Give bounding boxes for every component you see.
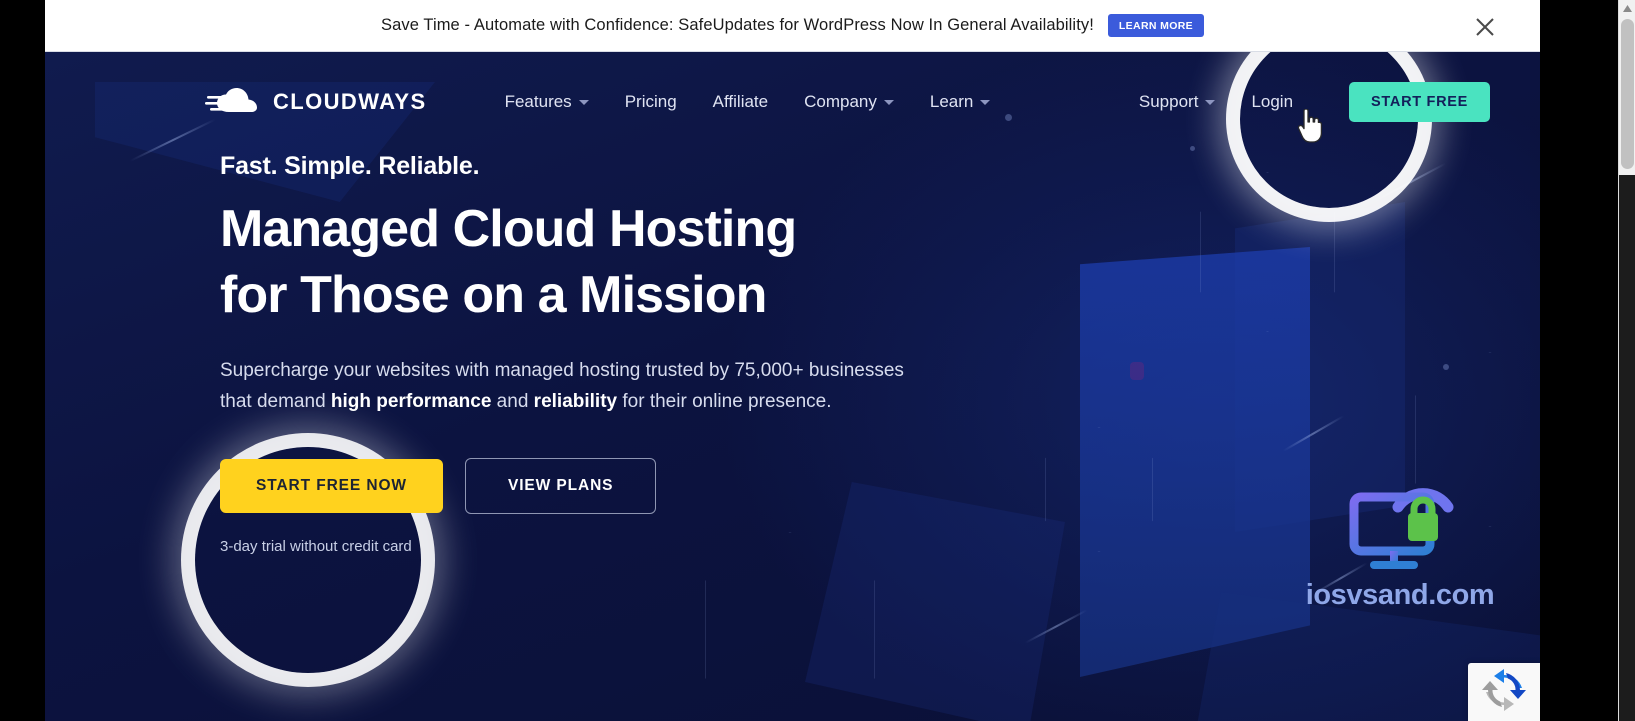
scrollbar-thumb[interactable] <box>1621 19 1634 169</box>
bg-streak <box>1314 562 1368 594</box>
recaptcha-badge[interactable] <box>1468 663 1540 721</box>
logo-text: CLOUDWAYS <box>273 89 427 114</box>
hero-subcopy: Supercharge your websites with managed h… <box>220 356 920 418</box>
view-plans-button[interactable]: VIEW PLANS <box>464 457 657 514</box>
chevron-down-icon <box>1205 99 1216 105</box>
bg-streak <box>1024 609 1088 644</box>
announcement-bar: Save Time - Automate with Confidence: Sa… <box>45 0 1540 52</box>
nav-label: Learn <box>929 92 974 111</box>
nav-links: Features Pricing Affiliate Company Learn <box>487 84 1009 120</box>
chevron-down-icon <box>883 99 894 105</box>
scrollbar-track[interactable] <box>1619 175 1635 721</box>
recaptcha-icon <box>1482 668 1526 717</box>
start-free-now-button[interactable]: START FREE NOW <box>220 458 443 513</box>
hero-section: CLOUDWAYS Features Pricing Affiliate Com… <box>45 52 1540 721</box>
chevron-down-icon <box>578 99 589 105</box>
main-navigation: CLOUDWAYS Features Pricing Affiliate Com… <box>45 52 1540 152</box>
nav-item-pricing[interactable]: Pricing <box>607 84 695 120</box>
nav-item-learn[interactable]: Learn <box>912 84 1008 120</box>
bg-hexagon <box>1415 352 1540 527</box>
nav-label: Company <box>804 92 877 111</box>
nav-item-support[interactable]: Support <box>1121 84 1234 120</box>
bg-dot <box>1130 362 1144 380</box>
nav-label: Affiliate <box>712 92 769 111</box>
nav-item-affiliate[interactable]: Affiliate <box>695 84 786 120</box>
subcopy-part-2: and <box>491 390 534 412</box>
nav-utility-links: Support Login START FREE <box>1121 82 1490 122</box>
monitor-with-lock-icon <box>1275 477 1525 575</box>
watermark-text: iosvsand.com <box>1305 579 1495 611</box>
nav-item-company[interactable]: Company <box>786 84 912 120</box>
bg-dot <box>1443 364 1449 370</box>
nav-item-features[interactable]: Features <box>487 84 607 120</box>
bg-hexagon <box>705 532 875 721</box>
nav-label: Support <box>1138 92 1199 111</box>
subcopy-bold-1: high performance <box>330 390 492 412</box>
hero-cta-row: START FREE NOW VIEW PLANS <box>220 457 980 514</box>
close-icon[interactable] <box>1472 14 1498 40</box>
learn-more-button[interactable]: LEARN MORE <box>1107 14 1205 37</box>
start-free-button[interactable]: START FREE <box>1349 82 1490 122</box>
page-title: Managed Cloud Hosting for Those on a Mis… <box>220 197 980 328</box>
bg-hexagon <box>1200 172 1335 332</box>
nav-item-login[interactable]: Login <box>1233 84 1311 120</box>
nav-label: Pricing <box>624 92 677 111</box>
screenshot-viewport: Save Time - Automate with Confidence: Sa… <box>0 0 1635 721</box>
site-watermark: iosvsand.com <box>1275 477 1525 612</box>
cloudways-cloud-logo-icon <box>205 85 263 119</box>
cloudways-logo[interactable]: CLOUDWAYS <box>205 85 427 119</box>
bg-panel <box>1235 202 1405 532</box>
bg-streak <box>1374 162 1446 202</box>
announcement-text: Save Time - Automate with Confidence: Sa… <box>380 16 1094 34</box>
scroll-up-arrow-icon[interactable] <box>1619 0 1635 17</box>
bg-streak <box>1282 415 1344 452</box>
nav-label: Login <box>1251 92 1294 111</box>
browser-page: Save Time - Automate with Confidence: Sa… <box>45 0 1540 721</box>
headline-line-2: for Those on a Mission <box>220 265 767 324</box>
vertical-scrollbar[interactable] <box>1618 0 1635 721</box>
hero-content: Fast. Simple. Reliable. Managed Cloud Ho… <box>220 152 980 555</box>
bg-hexagon <box>1045 427 1153 552</box>
hero-eyebrow: Fast. Simple. Reliable. <box>220 152 480 180</box>
chevron-down-icon <box>980 99 991 105</box>
headline-line-1: Managed Cloud Hosting <box>220 200 797 258</box>
trial-note: 3-day trial without credit card <box>220 537 412 555</box>
bg-panel <box>1080 247 1310 677</box>
subcopy-part-3: for their online presence. <box>617 390 832 412</box>
subcopy-bold-2: reliability <box>533 390 618 412</box>
nav-label: Features <box>504 92 572 111</box>
